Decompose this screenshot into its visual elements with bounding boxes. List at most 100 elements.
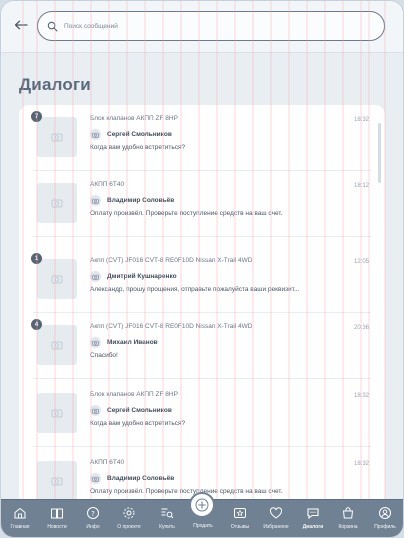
dialog-list: 7 Блок клапанов АКПП ZF 8HP Сергей Смоль… — [19, 105, 385, 505]
dialog-item[interactable]: 4 Акпп (CVT) JF016 CVT-8 RE0F10D Nissan … — [19, 313, 385, 379]
user-name: Михаил Иванов — [107, 339, 158, 346]
avatar — [90, 405, 101, 416]
nav-buy-label: Купить — [159, 524, 175, 530]
search-icon — [47, 21, 58, 31]
dialog-user: Михаил Иванов — [90, 337, 158, 348]
avatar — [90, 337, 101, 348]
unread-badge: 4 — [31, 319, 42, 330]
last-message: Оплату произвёл. Проверьте поступление с… — [90, 210, 283, 217]
message-time: 12:05 — [353, 259, 369, 265]
camera-icon — [92, 198, 99, 204]
page-title: Диалоги — [19, 75, 91, 94]
message-time: 18:12 — [353, 183, 369, 189]
nav-home-label: Главная — [10, 524, 30, 530]
dialog-user: Дмитрий Кушнаренко — [90, 271, 177, 282]
nav-about-label: О проекте — [117, 524, 141, 530]
user-name: Сергей Смольников — [107, 407, 172, 414]
dialog-title: АКПП 6T40 — [90, 181, 125, 188]
product-thumbnail — [37, 393, 77, 433]
back-arrow-icon[interactable] — [11, 15, 31, 35]
camera-icon — [92, 274, 99, 280]
dialog-title: Блок клапанов АКПП ZF 8HP — [90, 391, 178, 398]
dialog-user: Владимир Соловьёв — [90, 195, 174, 206]
nav-favorites[interactable]: Избранное — [261, 506, 291, 537]
book-icon — [51, 508, 63, 519]
dialog-item[interactable]: Блок клапанов АКПП ZF 8HP Сергей Смольни… — [19, 381, 385, 447]
user-icon — [379, 507, 391, 519]
avatar — [90, 129, 101, 140]
nav-profile[interactable]: Профиль — [370, 506, 400, 537]
nav-news-label: Новости — [47, 524, 67, 530]
product-thumbnail — [37, 259, 77, 299]
nav-reviews[interactable]: Отзывы — [225, 506, 255, 537]
heart-icon — [269, 507, 283, 519]
product-thumbnail — [37, 325, 77, 365]
nav-news[interactable]: Новости — [42, 506, 72, 537]
product-thumbnail — [37, 461, 77, 501]
camera-icon — [92, 132, 99, 138]
user-name: Сергей Смольников — [107, 131, 172, 138]
nav-home[interactable]: Главная — [5, 506, 35, 537]
nav-reviews-label: Отзывы — [230, 524, 250, 530]
user-name: Владимир Соловьёв — [107, 197, 175, 204]
camera-icon — [51, 341, 63, 350]
nav-about[interactable]: О проекте — [114, 506, 144, 537]
avatar — [90, 473, 101, 484]
bag-icon — [342, 507, 354, 519]
camera-icon — [92, 340, 99, 346]
nav-dialogs-label: Диалоги — [302, 524, 324, 530]
dialog-user: Сергей Смольников — [90, 405, 172, 416]
nav-info[interactable]: ? Инфо — [78, 506, 108, 537]
gear-icon — [123, 507, 135, 519]
last-message: Когда вам удобно встретиться? — [90, 144, 186, 151]
nav-buy[interactable]: Купить — [152, 506, 182, 537]
dialog-title: Акпп (CVT) JF016 CVT-8 RE0F10D Nissan X-… — [90, 323, 253, 330]
last-message: Оплату произвёл. Проверьте поступление с… — [90, 488, 283, 495]
divider — [33, 446, 371, 447]
app-frame: Диалоги 7 Блок клапанов АКПП ZF 8HP Серг… — [0, 0, 404, 538]
avatar — [90, 271, 101, 282]
camera-icon — [51, 133, 63, 142]
avatar — [90, 195, 101, 206]
camera-icon — [92, 408, 99, 414]
sell-label: Продать — [193, 523, 213, 529]
unread-badge: 7 — [31, 111, 42, 122]
dialog-item[interactable]: АКПП 6T40 Владимир Соловьёв Оплату произ… — [19, 171, 385, 237]
divider — [33, 378, 371, 379]
top-bar — [1, 1, 403, 53]
plus-icon — [195, 498, 209, 512]
message-time: 18:32 — [353, 461, 369, 467]
last-message: Когда вам удобно встретиться? — [90, 420, 186, 427]
product-thumbnail — [37, 183, 77, 223]
last-message: Александр, прошу прощения, отправьте пож… — [90, 286, 300, 293]
chat-icon — [307, 508, 319, 520]
search-bar[interactable] — [37, 11, 385, 41]
dialog-title: АКПП 6T40 — [90, 459, 125, 466]
nav-cart[interactable]: Корзина — [333, 506, 363, 537]
home-icon — [14, 507, 26, 519]
message-time: 20:36 — [353, 325, 369, 331]
dialog-user: Сергей Смольников — [90, 129, 172, 140]
nav-profile-label: Профиль — [374, 524, 396, 530]
search-input[interactable] — [64, 22, 364, 30]
message-time: 18:32 — [353, 117, 369, 123]
dialog-title: Блок клапанов АКПП ZF 8HP — [90, 115, 178, 122]
camera-icon — [51, 409, 63, 418]
camera-icon — [51, 275, 63, 284]
unread-badge: 1 — [31, 253, 42, 264]
divider — [33, 236, 371, 237]
dialog-item[interactable]: 7 Блок клапанов АКПП ZF 8HP Сергей Смоль… — [19, 105, 385, 171]
nav-dialogs[interactable]: Диалоги — [298, 506, 328, 537]
dialog-user: Владимир Соловьёв — [90, 473, 174, 484]
star-box-icon — [234, 508, 246, 518]
camera-icon — [51, 477, 63, 486]
search-list-icon — [161, 508, 174, 519]
camera-icon — [92, 476, 99, 482]
user-name: Дмитрий Кушнаренко — [107, 273, 177, 280]
product-thumbnail — [37, 117, 77, 157]
question-icon: ? — [87, 507, 99, 519]
sell-button[interactable] — [189, 492, 215, 518]
dialog-item[interactable]: 1 Акпп (CVT) JF016 CVT-8 RE0F10D Nissan … — [19, 247, 385, 313]
last-message: Спасибо! — [90, 352, 118, 359]
nav-favorites-label: Избранное — [263, 524, 289, 530]
